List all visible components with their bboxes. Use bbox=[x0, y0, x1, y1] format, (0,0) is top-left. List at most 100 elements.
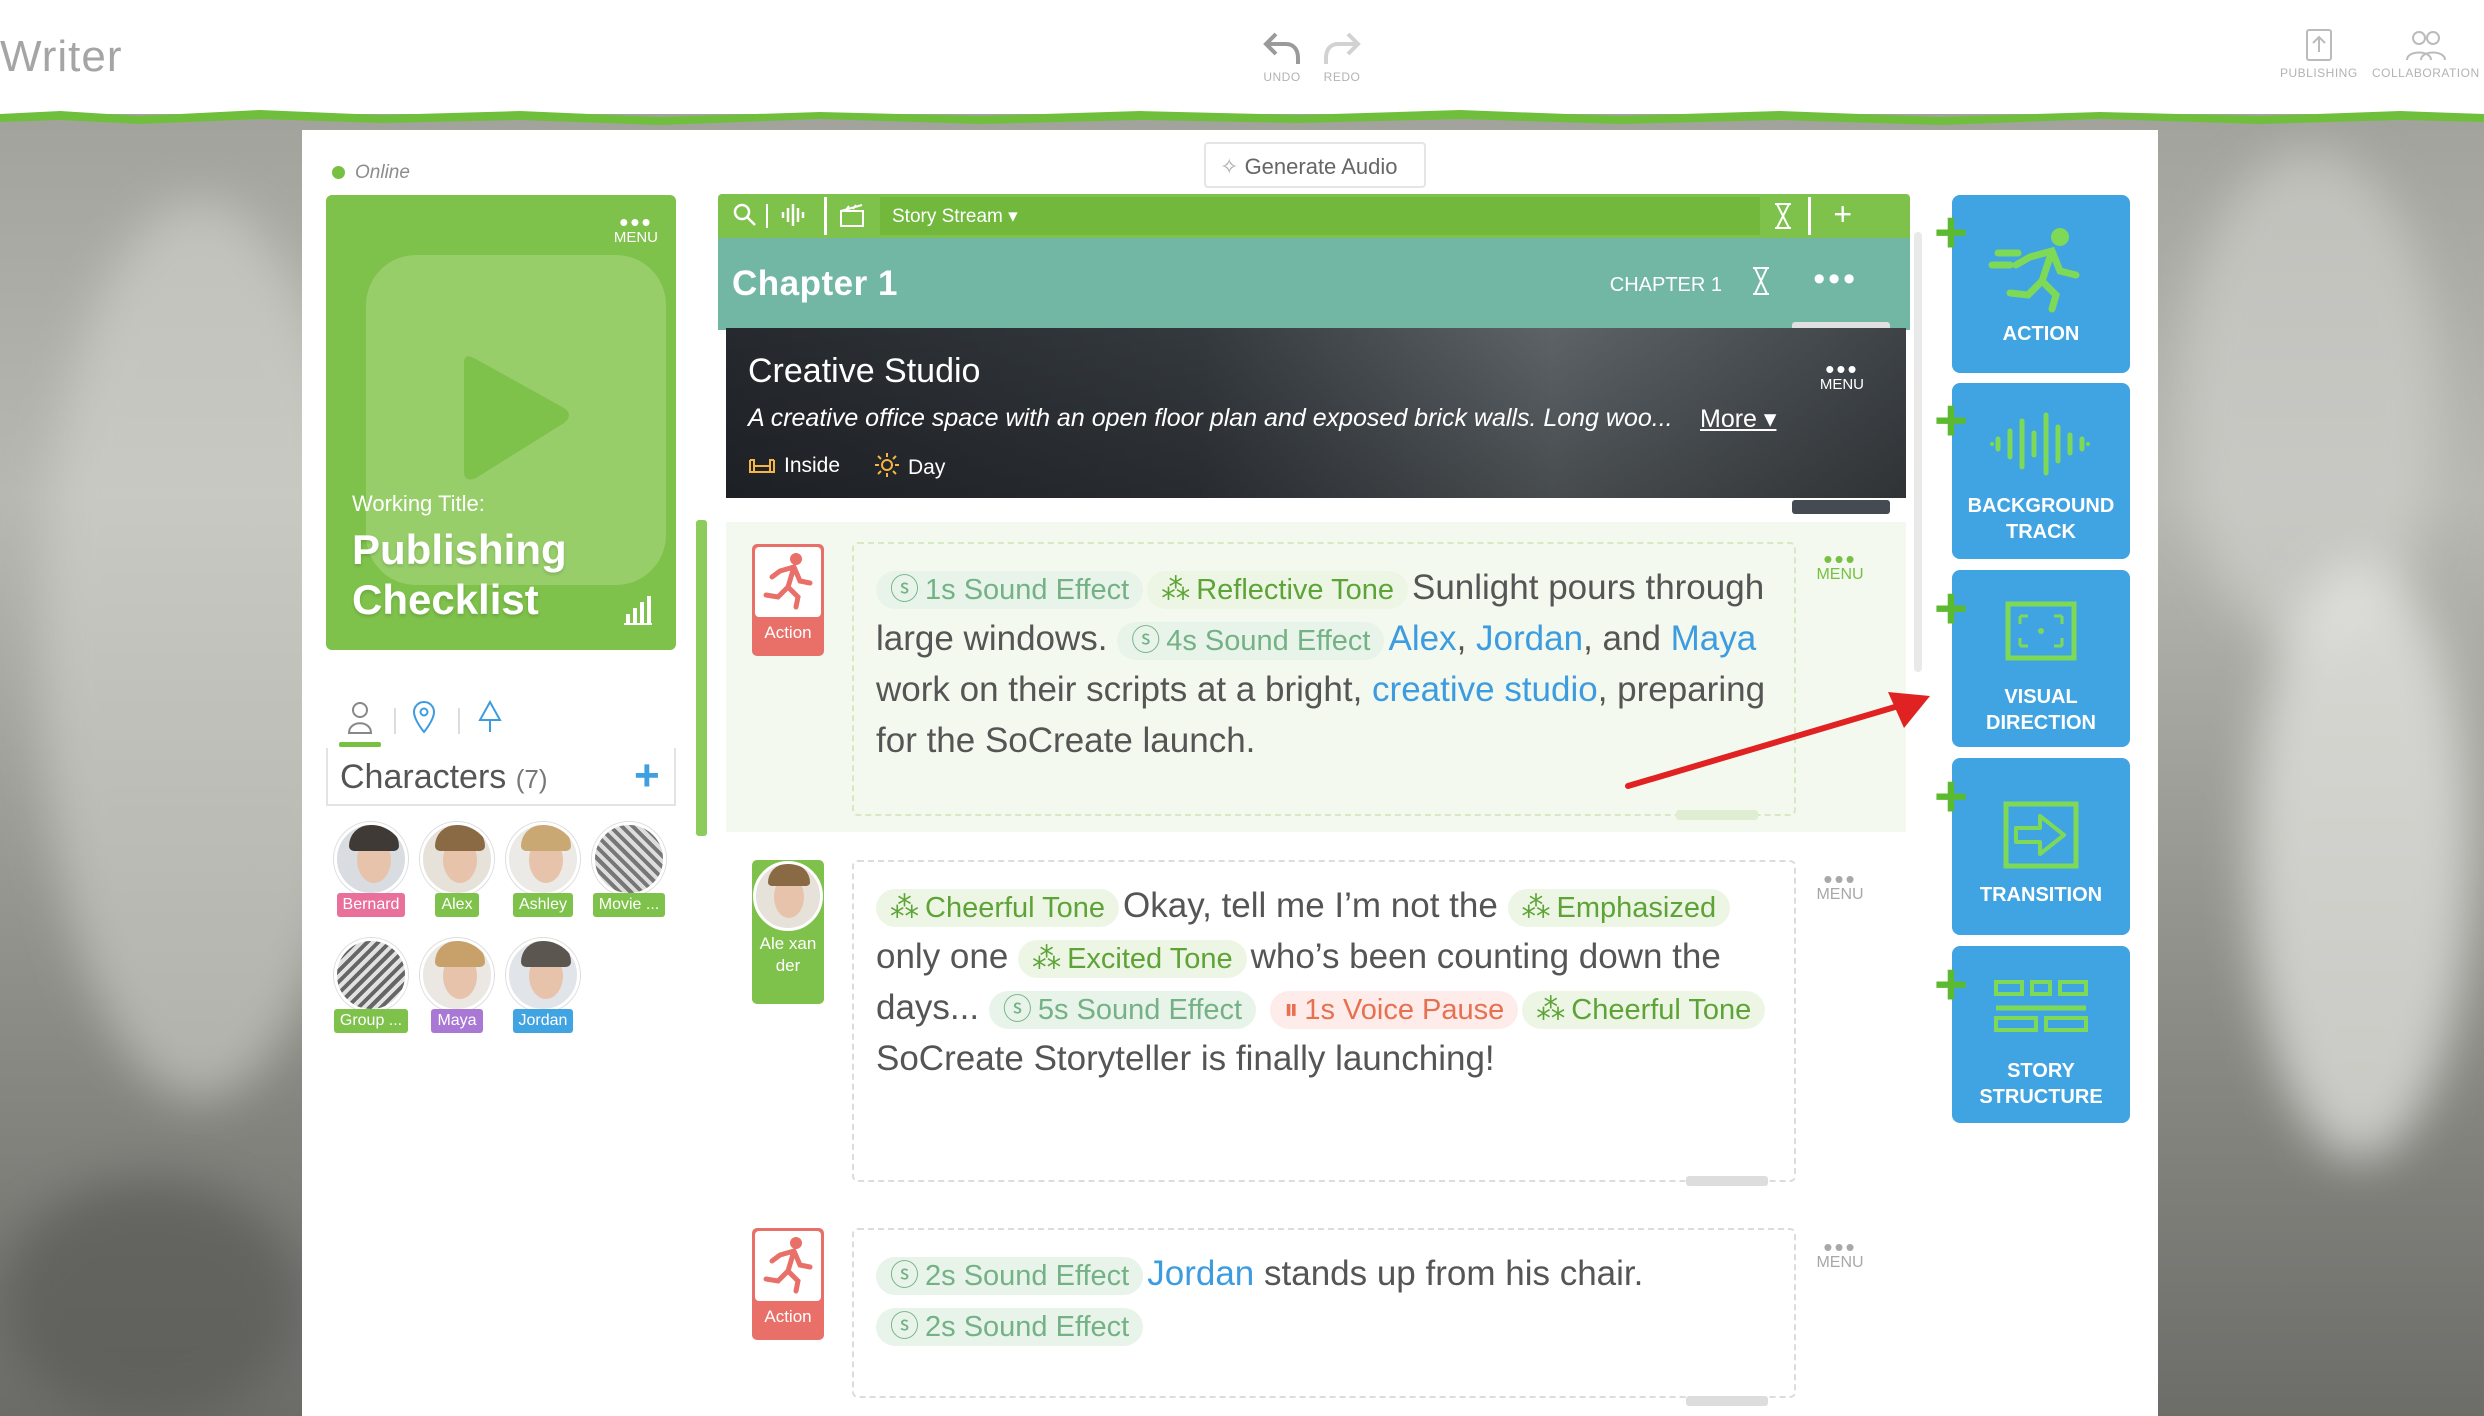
tag-label: 1s Sound Effect bbox=[925, 574, 1130, 606]
location-more-link[interactable]: More ▾ bbox=[1700, 404, 1776, 434]
text-run: , and bbox=[1583, 619, 1661, 658]
transition-tool[interactable]: TRANSITION bbox=[1952, 758, 2130, 935]
tone-icon: ⁂ bbox=[1536, 994, 1566, 1026]
tone-tag[interactable]: ⁂ Cheerful Tone bbox=[1522, 991, 1766, 1029]
more-dots-icon: ••• bbox=[1823, 864, 1857, 894]
sound-effect-tag[interactable]: ⓢ 2s Sound Effect bbox=[876, 1308, 1144, 1346]
drag-handle[interactable] bbox=[1792, 500, 1890, 514]
search-icon[interactable] bbox=[732, 202, 758, 228]
tag-label: 1s Voice Pause bbox=[1304, 994, 1505, 1026]
block-menu-button[interactable]: ••• MENU bbox=[1810, 864, 1870, 904]
items-tab-tree-icon[interactable] bbox=[476, 700, 504, 734]
background-track-tool[interactable]: BACKGROUND TRACK bbox=[1952, 383, 2130, 559]
add-background-track-plus-icon[interactable]: + bbox=[1934, 392, 1968, 450]
left-panel-scrollbar[interactable] bbox=[696, 520, 707, 836]
stats-bars-icon[interactable] bbox=[622, 594, 654, 626]
avatar bbox=[334, 822, 408, 896]
action-badge[interactable]: Action bbox=[752, 1228, 824, 1340]
emphasis-tag[interactable]: ⁂ Emphasized bbox=[1507, 889, 1731, 927]
grass-border bbox=[0, 110, 2484, 125]
story-stream-select[interactable]: Story Stream ▾ bbox=[880, 197, 1760, 235]
story-menu-button[interactable]: ••• MENU bbox=[614, 209, 658, 246]
add-action-plus-icon[interactable]: + bbox=[1934, 204, 1968, 262]
block-menu-button[interactable]: ••• MENU bbox=[1810, 1234, 1870, 1272]
text-run: Okay, tell me I’m not the bbox=[1123, 886, 1498, 925]
character-link-alex[interactable]: Alex bbox=[1388, 619, 1456, 658]
audio-waveform-icon[interactable] bbox=[780, 202, 808, 228]
tone-tag[interactable]: ⁂ Reflective Tone bbox=[1147, 571, 1408, 609]
action-tool[interactable]: ACTION bbox=[1952, 195, 2130, 373]
character-movie-group[interactable]: Movie ... bbox=[590, 822, 668, 917]
collaboration-label: COLLABORATION bbox=[2372, 66, 2480, 80]
location-card[interactable]: Creative Studio A creative office space … bbox=[726, 328, 1906, 498]
avatar bbox=[506, 938, 580, 1012]
hourglass-icon[interactable] bbox=[1750, 266, 1772, 296]
sound-effect-tag[interactable]: ⓢ 2s Sound Effect bbox=[876, 1257, 1144, 1295]
play-icon[interactable] bbox=[454, 353, 574, 483]
action-badge-label: Action bbox=[764, 623, 812, 642]
more-dots-icon: ••• bbox=[1825, 354, 1859, 384]
character-name: Maya bbox=[431, 1009, 483, 1033]
working-title-label: Working Title: bbox=[352, 491, 485, 516]
camera-frame-icon bbox=[2005, 601, 2077, 661]
tag-label: 2s Sound Effect bbox=[925, 1260, 1130, 1292]
avatar bbox=[753, 861, 823, 931]
undo-icon bbox=[1263, 32, 1300, 64]
character-maya[interactable]: Maya bbox=[418, 938, 496, 1033]
sound-effect-tag[interactable]: ⓢ 4s Sound Effect bbox=[1117, 622, 1385, 660]
story-title[interactable]: Publishing Checklist bbox=[352, 525, 632, 625]
drag-handle[interactable] bbox=[1676, 810, 1758, 820]
visual-direction-tool[interactable]: VISUAL DIRECTION bbox=[1952, 570, 2130, 747]
undo-button[interactable]: UNDO bbox=[1262, 28, 1302, 84]
location-place-tag: Inside bbox=[748, 452, 840, 478]
location-menu-button[interactable]: ••• MENU bbox=[1820, 354, 1864, 393]
add-stream-button[interactable]: + bbox=[1833, 196, 1852, 233]
stream-scrollbar[interactable] bbox=[1914, 232, 1922, 672]
add-character-button[interactable]: + bbox=[634, 754, 660, 798]
sound-effect-tag[interactable]: ⓢ 1s Sound Effect bbox=[876, 571, 1144, 609]
drag-handle[interactable] bbox=[1686, 1176, 1768, 1186]
location-link-creative-studio[interactable]: creative studio bbox=[1372, 670, 1598, 709]
add-visual-direction-plus-icon[interactable]: + bbox=[1934, 580, 1968, 638]
publishing-button[interactable]: PUBLISHING bbox=[2280, 28, 2358, 80]
drag-handle[interactable] bbox=[1686, 1396, 1768, 1406]
story-card[interactable]: ••• MENU Working Title: Publishing Check… bbox=[326, 195, 676, 650]
add-story-structure-plus-icon[interactable]: + bbox=[1934, 956, 1968, 1014]
redo-button[interactable]: REDO bbox=[1322, 28, 1362, 84]
character-badge-alexander[interactable]: Ale xan der bbox=[752, 860, 824, 1004]
character-bernard[interactable]: Bernard bbox=[332, 822, 410, 917]
collaboration-button[interactable]: COLLABORATION bbox=[2372, 28, 2480, 80]
characters-tab-person-icon[interactable] bbox=[346, 700, 374, 734]
block-menu-button[interactable]: ••• MENU bbox=[1810, 546, 1870, 584]
tag-label: Cheerful Tone bbox=[1571, 994, 1752, 1026]
action-badge[interactable]: Action bbox=[752, 544, 824, 656]
hourglass-icon[interactable] bbox=[1772, 202, 1794, 230]
sound-effect-tag[interactable]: ⓢ 5s Sound Effect bbox=[988, 991, 1257, 1029]
action-block-text[interactable]: ⓢ 2s Sound Effect Jordan stands up from hi… bbox=[876, 1248, 1776, 1350]
location-time-label: Day bbox=[908, 456, 946, 479]
character-jordan[interactable]: Jordan bbox=[504, 938, 582, 1033]
character-link-jordan[interactable]: Jordan bbox=[1147, 1254, 1254, 1293]
story-structure-tool[interactable]: STORY STRUCTURE bbox=[1952, 946, 2130, 1123]
voice-pause-tag[interactable]: ⏸ 1s Voice Pause bbox=[1269, 991, 1519, 1029]
tone-tag[interactable]: ⁂ Cheerful Tone bbox=[876, 889, 1120, 927]
character-link-maya[interactable]: Maya bbox=[1671, 619, 1757, 658]
tone-tag[interactable]: ⁂ Excited Tone bbox=[1018, 940, 1247, 978]
running-figure-icon bbox=[1988, 228, 2080, 313]
clapperboard-icon[interactable] bbox=[838, 202, 866, 228]
characters-count: (7) bbox=[515, 764, 548, 794]
generate-audio-button[interactable]: ✧ Generate Audio bbox=[1204, 142, 1426, 188]
locations-tab-pin-icon[interactable] bbox=[410, 700, 438, 734]
online-label: Online bbox=[355, 162, 410, 183]
group-avatar bbox=[334, 938, 408, 1012]
dialogue-block-text[interactable]: ⁂ Cheerful Tone Okay, tell me I’m not the … bbox=[876, 880, 1776, 1084]
chapter-menu-button[interactable]: ••• bbox=[1813, 260, 1858, 299]
generate-audio-label: Generate Audio bbox=[1244, 154, 1398, 179]
character-group[interactable]: Group ... bbox=[332, 938, 410, 1033]
chapter-title[interactable]: Chapter 1 bbox=[732, 264, 898, 304]
character-alex[interactable]: Alex bbox=[418, 822, 496, 917]
characters-title: Characters (7) bbox=[340, 758, 548, 797]
character-link-jordan[interactable]: Jordan bbox=[1476, 619, 1583, 658]
characters-title-text: Characters bbox=[340, 758, 507, 796]
character-ashley[interactable]: Ashley bbox=[504, 822, 582, 917]
